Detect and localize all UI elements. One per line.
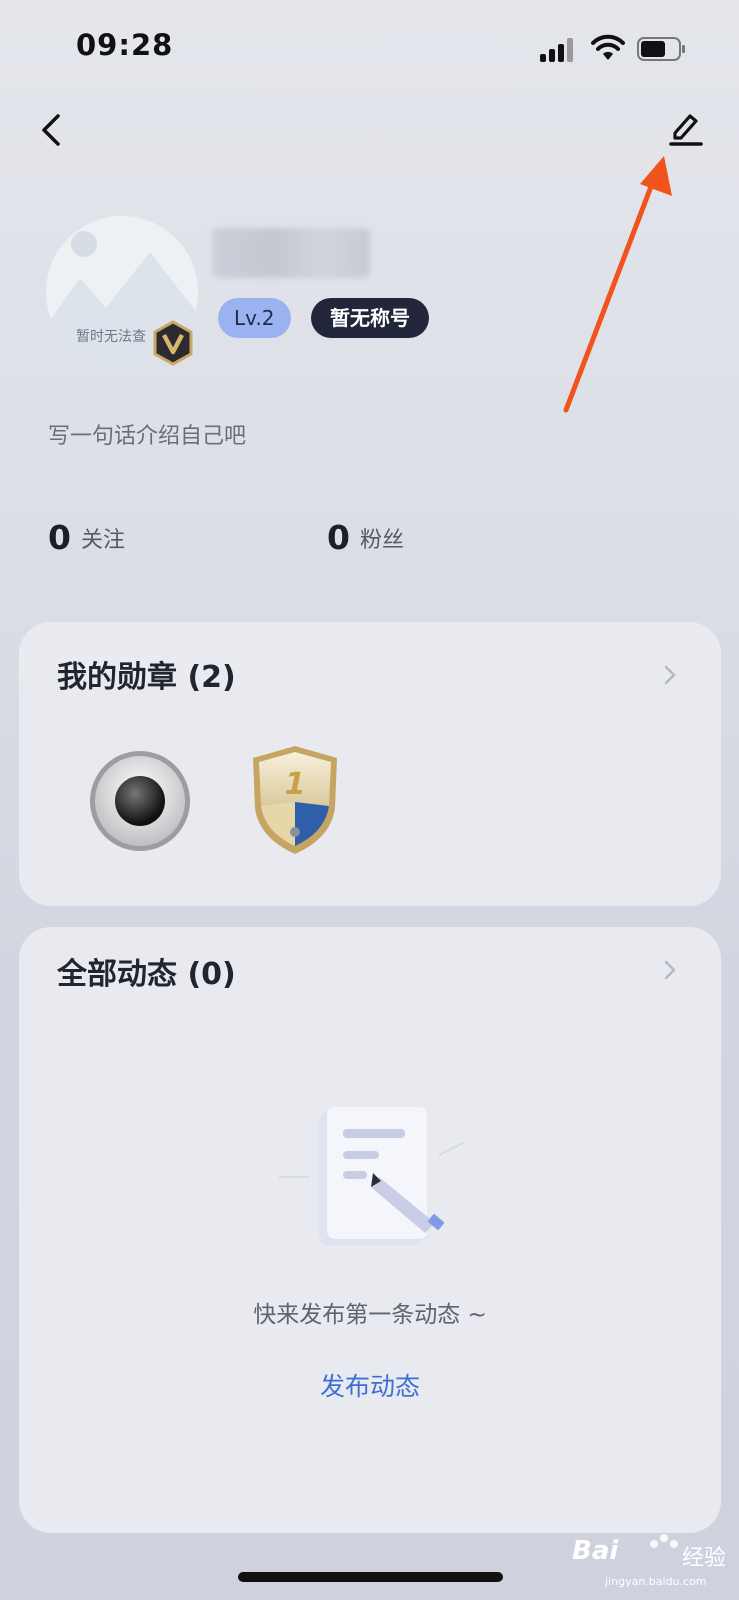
medals-card[interactable]: 我的勋章 (2) 1 (19, 622, 721, 906)
username-blurred (212, 228, 370, 278)
feed-card: 全部动态 (0) 快来发布第一条动态 ~ 发布动态 (19, 927, 721, 1533)
round-medal-icon[interactable] (87, 748, 193, 854)
battery-icon (637, 37, 685, 61)
chevron-right-icon[interactable] (659, 959, 681, 981)
svg-text:1: 1 (285, 767, 306, 802)
level-tag[interactable]: Lv.2 (218, 298, 291, 338)
status-time: 09:28 (76, 28, 174, 62)
chevron-right-icon[interactable] (659, 664, 681, 686)
fans-count: 0 (327, 518, 350, 557)
empty-feed-text: 快来发布第一条动态 ~ (253, 1302, 487, 1328)
watermark-brand-cn: 经验 (682, 1546, 727, 1571)
status-bar: 09:28 (0, 0, 739, 90)
fans-stat[interactable]: 0 粉丝 (327, 518, 404, 557)
medals-title: 我的勋章 (2) (57, 660, 236, 695)
watermark-brand: Bai (572, 1536, 619, 1566)
annotation-arrow (563, 156, 672, 413)
bio-text[interactable]: 写一句话介绍自己吧 (48, 418, 246, 450)
back-button[interactable] (30, 108, 74, 152)
following-label: 关注 (80, 528, 125, 553)
edit-profile-button[interactable] (663, 108, 707, 152)
following-stat[interactable]: 0 关注 (48, 518, 125, 557)
wifi-icon (591, 34, 625, 60)
home-indicator[interactable] (238, 1572, 503, 1582)
shield-medal-icon[interactable]: 1 (245, 742, 345, 858)
empty-post-illustration-icon (279, 1107, 464, 1245)
cellular-signal-icon (540, 38, 574, 62)
watermark-url: jingyan.baidu.com (605, 1575, 707, 1588)
vip-badge-icon (153, 320, 193, 366)
avatar-caption: 暂时无法查 (76, 329, 146, 345)
title-tag[interactable]: 暂无称号 (311, 298, 429, 338)
feed-title: 全部动态 (0) (57, 957, 236, 992)
publish-post-link[interactable]: 发布动态 (19, 1367, 721, 1403)
following-count: 0 (48, 518, 71, 557)
fans-label: 粉丝 (359, 528, 404, 553)
